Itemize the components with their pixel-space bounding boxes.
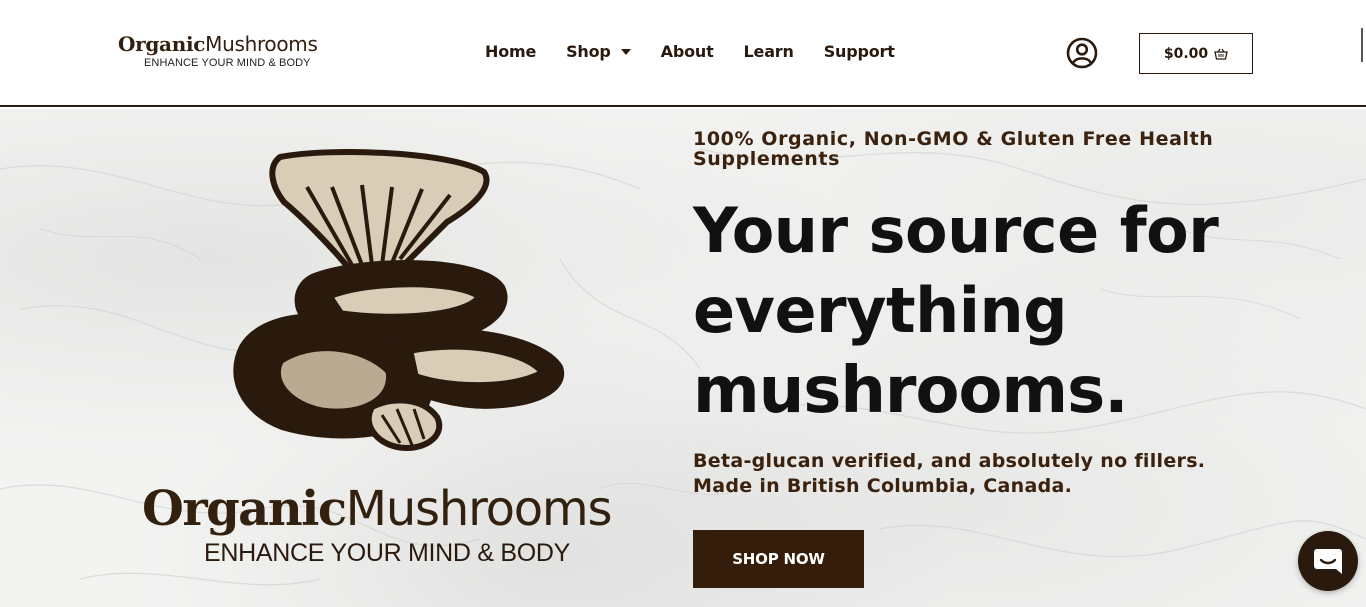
hero-section: OrganicMushrooms ENHANCE YOUR MIND & BOD… bbox=[0, 109, 1366, 607]
hero-brand-title-bold: Organic bbox=[142, 481, 347, 537]
nav-about-label: About bbox=[660, 42, 714, 61]
nav-learn-label: Learn bbox=[743, 42, 794, 61]
headline-line-3: mushrooms. bbox=[693, 354, 1129, 428]
nav-support[interactable]: Support bbox=[824, 42, 895, 61]
nav-home-label: Home bbox=[485, 42, 537, 61]
user-circle-icon[interactable] bbox=[1066, 37, 1098, 69]
nav-about[interactable]: About bbox=[661, 42, 714, 61]
nav-support-label: Support bbox=[823, 42, 895, 61]
hero-subtext-line-2: Made in British Columbia, Canada. bbox=[693, 475, 1073, 497]
shop-now-label: SHOP NOW bbox=[732, 550, 825, 568]
nav-home[interactable]: Home bbox=[485, 42, 536, 61]
nav-learn[interactable]: Learn bbox=[744, 42, 794, 61]
chat-button[interactable] bbox=[1298, 531, 1358, 591]
main-nav: Home Shop About Learn Support bbox=[485, 42, 925, 61]
scrollbar-thumb[interactable] bbox=[1361, 28, 1363, 62]
hero-brand-tagline: ENHANCE YOUR MIND & BODY bbox=[204, 539, 571, 567]
hero-brand-title-light: Mushrooms bbox=[345, 481, 613, 537]
cart-button[interactable]: $0.00 bbox=[1139, 33, 1253, 74]
mushroom-illustration bbox=[233, 149, 565, 451]
headline-line-2: everything bbox=[693, 274, 1068, 347]
hero-headline: Your source for everything mushrooms. bbox=[693, 191, 1313, 431]
headline-line-1: Your source for bbox=[693, 194, 1219, 267]
nav-shop[interactable]: Shop bbox=[566, 42, 631, 61]
hero-subtext: Beta-glucan verified, and absolutely no … bbox=[693, 449, 1293, 499]
hero-subtext-line-1: Beta-glucan verified, and absolutely no … bbox=[693, 450, 1206, 472]
chat-bubble-icon bbox=[1314, 549, 1342, 574]
logo-title: OrganicMushrooms bbox=[118, 32, 318, 56]
logo-title-bold: Organic bbox=[118, 32, 206, 56]
shop-now-button[interactable]: SHOP NOW bbox=[693, 530, 864, 588]
hero-eyebrow: 100% Organic, Non-GMO & Gluten Free Heal… bbox=[693, 128, 1214, 170]
site-header: OrganicMushrooms ENHANCE YOUR MIND & BOD… bbox=[0, 0, 1366, 107]
logo-title-light: Mushrooms bbox=[205, 32, 318, 56]
nav-shop-label: Shop bbox=[566, 42, 611, 61]
hero-brand-title: OrganicMushrooms bbox=[142, 481, 662, 537]
chevron-down-icon bbox=[620, 48, 631, 55]
logo-tagline: ENHANCE YOUR MIND & BODY bbox=[144, 57, 311, 69]
cart-total: $0.00 bbox=[1163, 45, 1209, 62]
site-logo[interactable]: OrganicMushrooms ENHANCE YOUR MIND & BOD… bbox=[118, 32, 318, 69]
hero-brand: OrganicMushrooms ENHANCE YOUR MIND & BOD… bbox=[142, 481, 662, 568]
basket-icon bbox=[1214, 48, 1228, 60]
